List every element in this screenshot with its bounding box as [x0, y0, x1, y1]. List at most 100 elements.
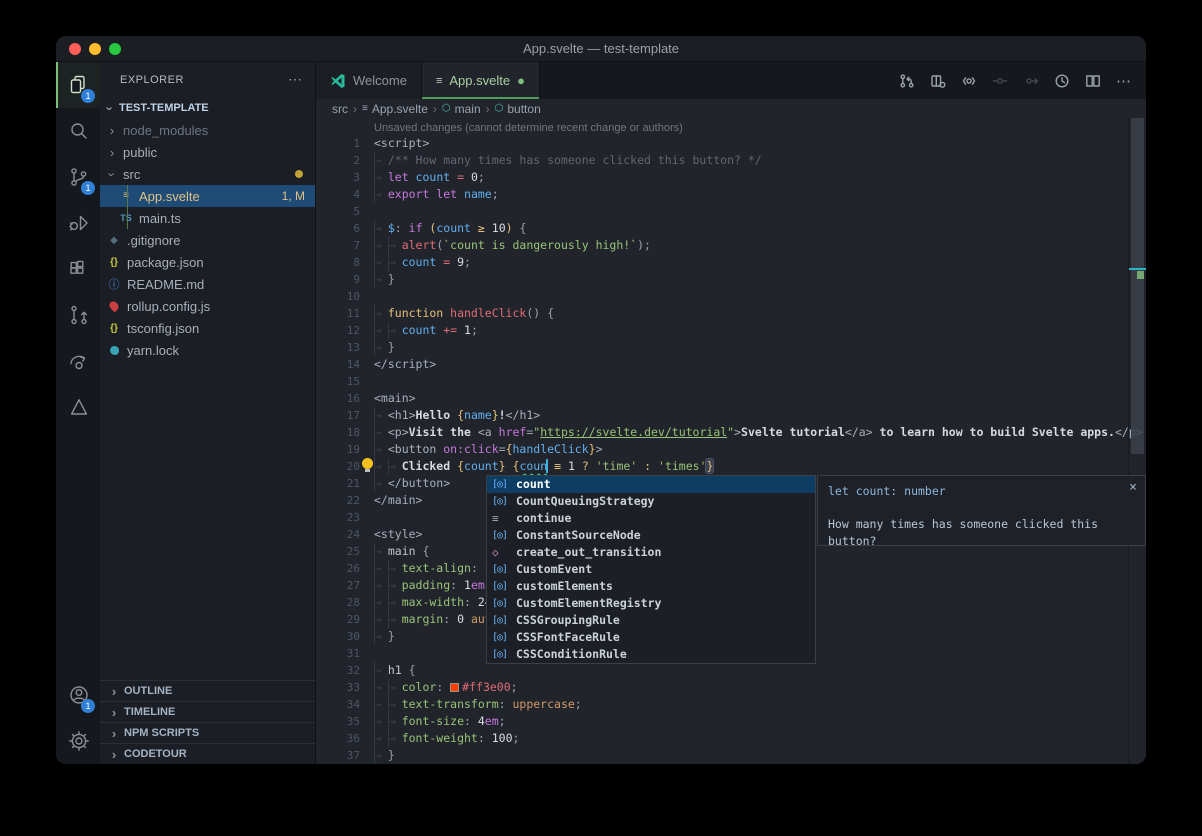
explorer-item-app-svelte[interactable]: ≡App.svelte1, M [100, 185, 315, 207]
code-line-15[interactable]: 15 [316, 373, 1128, 390]
file-history-icon[interactable] [1054, 73, 1070, 89]
code-line-19[interactable]: 19→ <button on:click={handleClick}> [316, 441, 1128, 458]
explorer-root-folder[interactable]: › TEST-TEMPLATE [100, 97, 315, 119]
activity-source-control[interactable]: 1 [56, 154, 100, 200]
suggestion-customevent[interactable]: [◎]CustomEvent [487, 561, 815, 578]
activity-extensions[interactable] [56, 246, 100, 292]
explorer-item-tsconfig-json[interactable]: {}tsconfig.json [100, 317, 315, 339]
suggestion-countqueuingstrategy[interactable]: [◎]CountQueuingStrategy [487, 493, 815, 510]
zoom-window-button[interactable] [109, 43, 121, 55]
code-line-7[interactable]: 7→ → alert(`count is dangerously high!`)… [316, 237, 1128, 254]
minimize-window-button[interactable] [89, 43, 101, 55]
activity-accounts[interactable]: 1 [56, 672, 100, 718]
line-number: 32 [316, 662, 360, 679]
sidebar-section-codetour[interactable]: ›CODETOUR [100, 743, 315, 764]
suggestion-customelements[interactable]: [◎]customElements [487, 578, 815, 595]
lightbulb-icon[interactable] [362, 458, 373, 473]
explorer-item-rollup-config-js[interactable]: rollup.config.js [100, 295, 315, 317]
code-line-5[interactable]: 5 [316, 203, 1128, 220]
breadcrumb-item-main[interactable]: ⬡main [442, 102, 481, 116]
explorer-item-public[interactable]: ›public [100, 141, 315, 163]
activity-search[interactable] [56, 108, 100, 154]
suggestion-continue[interactable]: ≡continue [487, 510, 815, 527]
activity-run-debug[interactable] [56, 200, 100, 246]
code-token: Visit the [409, 425, 478, 439]
code-line-10[interactable]: 10 [316, 288, 1128, 305]
line-number: 22 [316, 492, 360, 509]
activity-azure[interactable] [56, 384, 100, 430]
code-token: } [388, 272, 395, 286]
code-line-12[interactable]: 12→ → count += 1; [316, 322, 1128, 339]
code-line-36[interactable]: 36→ → font-weight: 100; [316, 730, 1128, 747]
code-line-14[interactable]: 14</script> [316, 356, 1128, 373]
code-line-4[interactable]: 4→ export let name; [316, 186, 1128, 203]
suggestion-constantsourcenode[interactable]: [◎]ConstantSourceNode [487, 527, 815, 544]
code-token: </a> [845, 425, 873, 439]
activity-live-share[interactable] [56, 338, 100, 384]
symbol-var-icon: [◎] [492, 493, 516, 510]
compare-changes-icon[interactable] [899, 73, 915, 89]
code-line-16[interactable]: 16<main> [316, 390, 1128, 407]
code-line-37[interactable]: 37→ } [316, 747, 1128, 764]
close-window-button[interactable] [69, 43, 81, 55]
split-editor-icon[interactable] [1085, 73, 1101, 89]
close-icon[interactable]: × [1129, 479, 1137, 496]
suggestion-cssconditionrule[interactable]: [◎]CSSConditionRule [487, 646, 815, 663]
code-line-18[interactable]: 18→ <p>Visit the <a href="https://svelte… [316, 424, 1128, 441]
explorer-item-package-json[interactable]: {}package.json [100, 251, 315, 273]
suggestion-cssgroupingrule[interactable]: [◎]CSSGroupingRule [487, 612, 815, 629]
code-line-13[interactable]: 13→ } [316, 339, 1128, 356]
sidebar-section-timeline[interactable]: ›TIMELINE [100, 701, 315, 722]
more-actions-icon[interactable]: ⋯ [1116, 72, 1132, 90]
suggestion-cssfontfacerule[interactable]: [◎]CSSFontFaceRule [487, 629, 815, 646]
explorer-item-yarn-lock[interactable]: yarn.lock [100, 339, 315, 361]
activity-github-pull-requests[interactable] [56, 292, 100, 338]
code-token: let [388, 170, 416, 184]
sidebar-section-outline[interactable]: ›OUTLINE [100, 680, 315, 701]
code-line-6[interactable]: 6→ $: if (count ≥ 10) { [316, 220, 1128, 237]
explorer-more-actions-icon[interactable]: ⋯ [288, 71, 303, 88]
azure-icon [67, 395, 91, 419]
explorer-item-node-modules[interactable]: ›node_modules [100, 119, 315, 141]
code-line-9[interactable]: 9→ } [316, 271, 1128, 288]
code-token: Svelte tutorial [741, 425, 845, 439]
code-line-11[interactable]: 11→ function handleClick() { [316, 305, 1128, 322]
scrollbar-thumb[interactable] [1131, 118, 1144, 454]
code-line-1[interactable]: 1<script> [316, 135, 1128, 152]
code-line-20[interactable]: 20→ → Clicked {count} {coun ≡ 1 ? 'time'… [316, 458, 1128, 475]
code-line-32[interactable]: 32→ h1 { [316, 662, 1128, 679]
sidebar-section-npm-scripts[interactable]: ›NPM SCRIPTS [100, 722, 315, 743]
open-previous-revision-icon[interactable] [961, 73, 977, 89]
explorer-item-src[interactable]: ›src [100, 163, 315, 185]
activity-settings[interactable] [56, 718, 100, 764]
explorer-item--gitignore[interactable]: ◆.gitignore [100, 229, 315, 251]
code-line-2[interactable]: 2→ /** How many times has someone clicke… [316, 152, 1128, 169]
code-token: : [499, 697, 513, 711]
suggestion-customelementregistry[interactable]: [◎]CustomElementRegistry [487, 595, 815, 612]
breadcrumb-item-src[interactable]: src [332, 102, 348, 116]
code-line-33[interactable]: 33→ → color: #ff3e00; [316, 679, 1128, 696]
code-editor[interactable]: Unsaved changes (cannot determine recent… [316, 118, 1146, 764]
suggestion-label: CSSFontFaceRule [516, 629, 620, 646]
breadcrumb-label: main [455, 102, 481, 116]
tab-app-svelte[interactable]: ≡App.svelte● [422, 62, 540, 99]
code-line-35[interactable]: 35→ → font-size: 4em; [316, 713, 1128, 730]
code-token: text-align [402, 561, 471, 575]
suggestion-create_out_transition[interactable]: ◇create_out_transition [487, 544, 815, 561]
activity-explorer[interactable]: 1 [56, 62, 100, 108]
code-token: font-weight [402, 731, 478, 745]
line-number: 15 [316, 373, 360, 390]
explorer-item-readme-md[interactable]: ⓘREADME.md [100, 273, 315, 295]
code-line-17[interactable]: 17→ <h1>Hello {name}!</h1> [316, 407, 1128, 424]
breadcrumb-item-button[interactable]: ⬡button [495, 102, 541, 116]
tab-welcome[interactable]: Welcome [316, 62, 422, 99]
suggestion-count[interactable]: [◎]count [487, 476, 815, 493]
code-line-8[interactable]: 8→ → count = 9; [316, 254, 1128, 271]
breadcrumb-item-app-svelte[interactable]: ≡App.svelte [362, 102, 428, 116]
explorer-item-main-ts[interactable]: TSmain.ts [100, 207, 315, 229]
open-changes-icon[interactable] [930, 73, 946, 89]
code-token: += [436, 323, 464, 337]
code-line-34[interactable]: 34→ → text-transform: uppercase; [316, 696, 1128, 713]
code-line-3[interactable]: 3→ let count = 0; [316, 169, 1128, 186]
code-token: : [637, 459, 658, 473]
